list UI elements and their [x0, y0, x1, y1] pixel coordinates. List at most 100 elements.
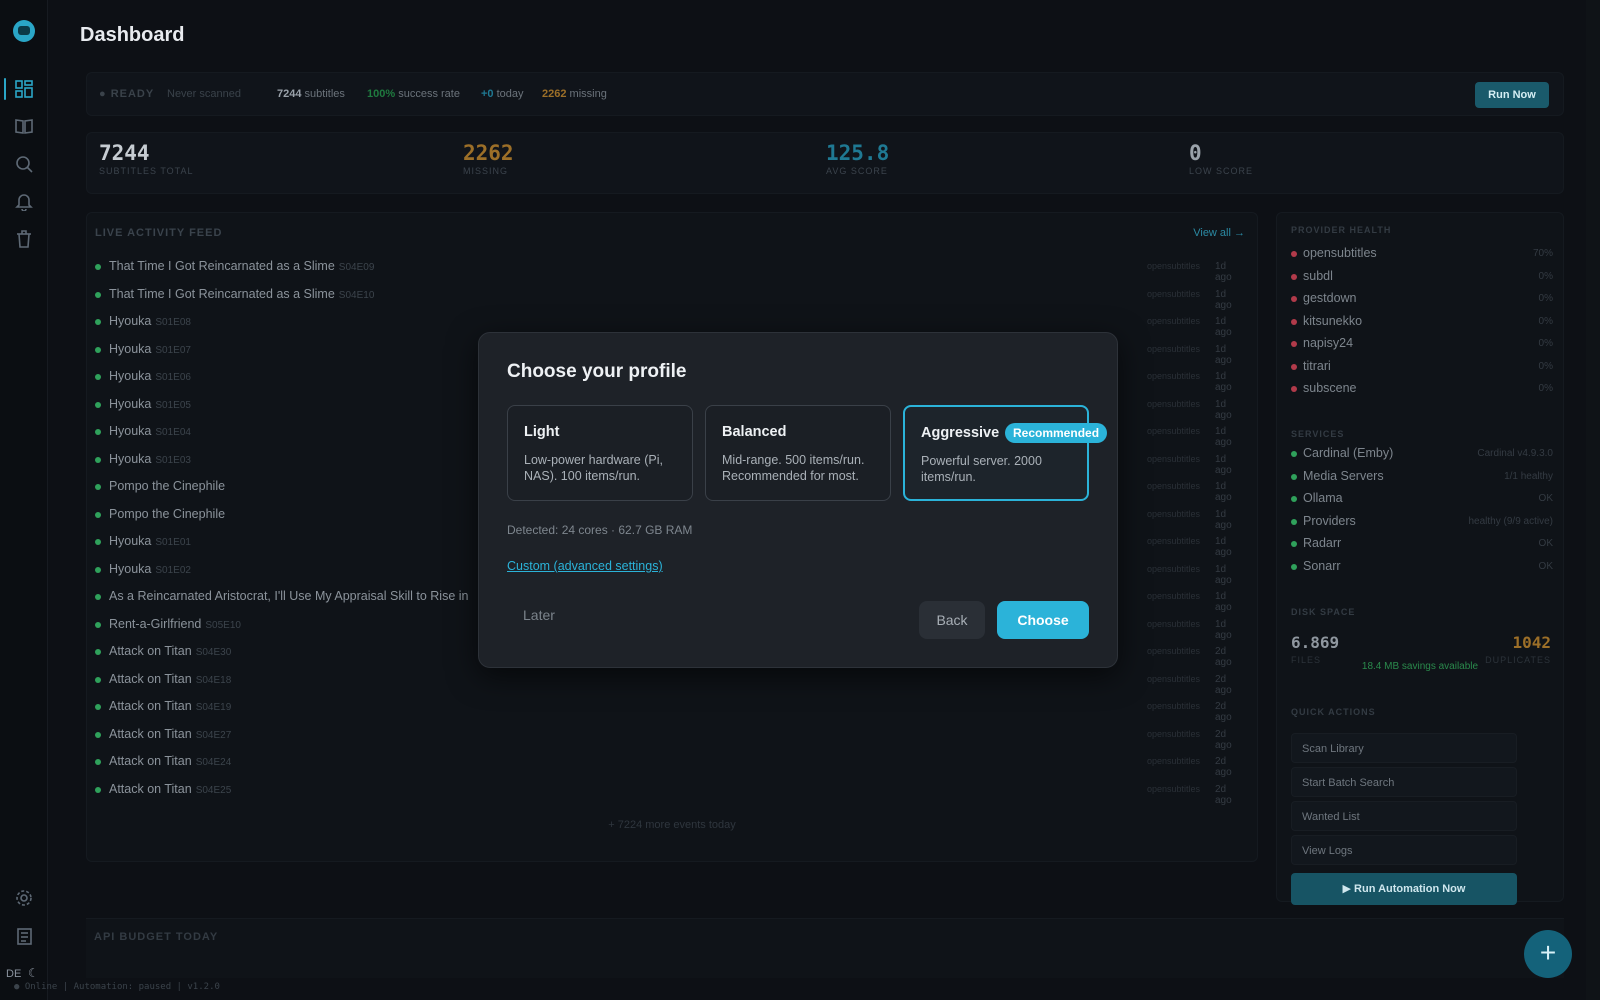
- feed-item-title: Attack on Titan S04E30: [109, 644, 232, 658]
- status-dot: [1291, 451, 1297, 457]
- success-dot: [95, 621, 101, 628]
- start-batch-search-button[interactable]: Start Batch Search: [1291, 767, 1517, 797]
- service-value: OK: [1538, 538, 1553, 549]
- success-dot: [95, 429, 101, 435]
- dashboard-icon[interactable]: [14, 79, 34, 99]
- feed-item-provider: opensubtitles: [1147, 288, 1201, 299]
- provider-name: gestdown: [1303, 291, 1357, 305]
- provider-name: subdl: [1303, 268, 1333, 283]
- search-icon[interactable]: [14, 154, 34, 174]
- feed-row[interactable]: Attack on Titan S04E27 opensubtitles 2d ago: [95, 725, 1245, 751]
- view-logs-button[interactable]: View Logs: [1291, 835, 1517, 865]
- card-title: Balanced: [722, 424, 787, 440]
- today-count: +0 today: [481, 88, 524, 100]
- feed-item-title: Hyouka S01E02: [109, 561, 191, 576]
- status-footer: ● Online | Automation: paused | v1.2.0: [14, 982, 220, 992]
- feed-row[interactable]: Hyouka S01E08 opensubtitles 1d ago: [95, 312, 1245, 338]
- back-button[interactable]: Back: [919, 601, 985, 639]
- feed-item-time: 1d ago: [1215, 453, 1232, 476]
- success-dot: [95, 704, 101, 710]
- feed-item-time: 1d ago: [1215, 288, 1232, 311]
- profile-card-balanced[interactable]: Balanced Mid-range. 500 items/run. Recom…: [705, 405, 891, 501]
- bell-icon[interactable]: [14, 191, 34, 212]
- service-name: Providers: [1303, 513, 1356, 528]
- status-dot: [1291, 496, 1297, 502]
- status-dot: [1291, 541, 1297, 547]
- service-value: Cardinal v4.9.3.0: [1477, 448, 1553, 459]
- feed-item-episode: S04E19: [195, 702, 232, 713]
- feed-item-time: 1d ago: [1215, 536, 1232, 558]
- card-title: Aggressive: [921, 425, 1000, 441]
- trash-icon[interactable]: [14, 229, 34, 249]
- disk-duplicates-value: 1042: [1512, 633, 1551, 652]
- scan-library-button[interactable]: Scan Library: [1291, 733, 1517, 763]
- moon-icon[interactable]: ☾: [28, 966, 39, 980]
- service-row: Media Servers 1/1 healthy: [1291, 468, 1553, 486]
- stat-subtitles-total: 7244 SUBTITLES TOTAL: [99, 141, 194, 176]
- feed-item-provider: opensubtitles: [1147, 728, 1201, 739]
- feed-item-provider: opensubtitles: [1147, 371, 1201, 381]
- provider-value: 0%: [1538, 315, 1553, 327]
- feed-item-episode: S01E06: [155, 372, 191, 383]
- stat-avg-score: 125.8 AVG SCORE: [826, 141, 890, 176]
- feed-item-title: Attack on Titan S04E25: [109, 781, 232, 796]
- provider-value: 0%: [1538, 293, 1553, 304]
- profile-card-light[interactable]: Light Low-power hardware (Pi, NAS). 100 …: [507, 405, 693, 501]
- status-dot: [1291, 363, 1297, 370]
- success-dot: [95, 484, 101, 490]
- feed-item-episode: S01E02: [155, 564, 191, 576]
- feed-row[interactable]: That Time I Got Reincarnated as a Slime S…: [95, 257, 1245, 283]
- provider-row: subscene 0%: [1291, 380, 1553, 398]
- success-dot: [95, 731, 101, 738]
- quick-actions-title: QUICK ACTIONS: [1291, 707, 1376, 717]
- view-all-link[interactable]: View all →: [1193, 227, 1245, 239]
- feed-item-title: Attack on Titan S04E24: [109, 754, 232, 768]
- scrollbar[interactable]: [1586, 0, 1600, 1000]
- feed-row[interactable]: Attack on Titan S04E24 opensubtitles 2d ago: [95, 752, 1245, 778]
- gear-icon[interactable]: [14, 888, 34, 908]
- status-dot: [1291, 518, 1297, 525]
- run-automation-button[interactable]: ▶ Run Automation Now: [1291, 873, 1517, 905]
- success-dot: [95, 319, 101, 325]
- feed-row[interactable]: Attack on Titan S04E18 opensubtitles 2d ago: [95, 670, 1245, 696]
- feed-item-episode: S04E09: [338, 262, 375, 273]
- choose-button[interactable]: Choose: [997, 601, 1089, 639]
- feed-item-provider: opensubtitles: [1147, 618, 1201, 629]
- service-name: Cardinal (Emby): [1303, 446, 1394, 460]
- service-row: Providers healthy (9/9 active): [1291, 513, 1553, 531]
- feed-item-episode: S04E27: [195, 729, 232, 741]
- success-dot: [95, 539, 101, 545]
- provider-value: 70%: [1532, 248, 1553, 259]
- later-button[interactable]: Later: [523, 607, 555, 623]
- success-dot: [95, 676, 101, 683]
- detected-hardware: Detected: 24 cores · 62.7 GB RAM: [507, 523, 693, 537]
- status-dot: [1291, 273, 1297, 280]
- profile-card-aggressive[interactable]: Aggressive Recommended Powerful server. …: [903, 405, 1108, 501]
- success-dot: [95, 759, 101, 765]
- feed-item-episode: S01E01: [155, 537, 191, 548]
- stats-panel: 7244 SUBTITLES TOTAL 2262 MISSING 125.8 AVG…: [86, 132, 1564, 194]
- feed-item-provider: opensubtitles: [1147, 783, 1201, 794]
- feed-row[interactable]: Attack on Titan S04E19 opensubtitles 2d ago: [95, 697, 1245, 723]
- feed-item-episode: S01E03: [155, 454, 191, 466]
- provider-name: subscene: [1303, 381, 1357, 395]
- library-icon[interactable]: [14, 116, 34, 136]
- card-title: Light: [524, 424, 560, 440]
- feed-item-provider: opensubtitles: [1147, 756, 1201, 766]
- feed-row[interactable]: That Time I Got Reincarnated as a Slime S…: [95, 285, 1245, 311]
- provider-row: kitsunekko 0%: [1291, 313, 1553, 331]
- feed-row[interactable]: Attack on Titan S04E25 opensubtitles 2d ago: [95, 780, 1245, 806]
- feed-item-provider: opensubtitles: [1147, 343, 1201, 354]
- wanted-list-button[interactable]: Wanted List: [1291, 801, 1517, 831]
- feed-item-time: 2d ago: [1215, 756, 1232, 778]
- status-dot: [1291, 341, 1297, 347]
- provider-name: kitsunekko: [1303, 313, 1363, 328]
- logs-icon[interactable]: [14, 926, 34, 946]
- add-fab-button[interactable]: +: [1524, 930, 1572, 978]
- custom-settings-link[interactable]: Custom (advanced settings): [507, 559, 663, 573]
- service-row: Radarr OK: [1291, 535, 1553, 553]
- subtitle-bubble-icon[interactable]: [13, 20, 35, 42]
- language-toggle[interactable]: DE: [6, 968, 21, 980]
- scan-status: Never scanned: [167, 88, 241, 100]
- run-now-button[interactable]: Run Now: [1475, 82, 1549, 108]
